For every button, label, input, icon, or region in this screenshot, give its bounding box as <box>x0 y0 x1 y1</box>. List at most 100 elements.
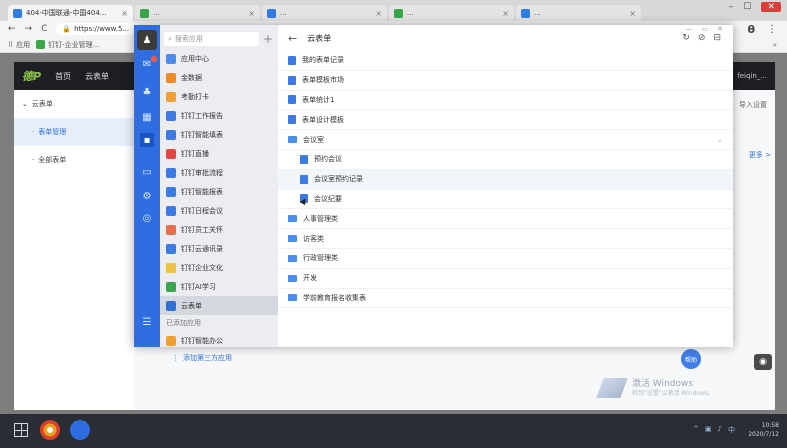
browser-tab[interactable]: ... × <box>389 5 514 21</box>
back-icon[interactable]: ← <box>8 24 16 34</box>
add-icon[interactable]: + <box>263 32 273 46</box>
refresh-icon[interactable]: ↻ <box>682 33 690 43</box>
volume-icon[interactable]: ♪ <box>718 425 722 435</box>
back-arrow-icon[interactable]: ← <box>288 32 297 45</box>
tab-close-icon[interactable]: × <box>629 9 636 18</box>
taskbar: ^ ▣ ♪ 中 10:58 2020/7/12 <box>0 414 787 448</box>
bookmark-apps[interactable]: ⠿ 应用 <box>8 40 30 50</box>
network-icon[interactable]: ▣ <box>705 425 712 435</box>
app-list-item[interactable]: 金数据 <box>160 68 278 87</box>
reload-icon[interactable]: C <box>41 24 47 34</box>
input-method-icon[interactable]: 中 <box>728 425 735 435</box>
add-third-party-app-link[interactable]: ⋮ 添加第三方应用 <box>160 350 278 366</box>
camera-icon[interactable]: ◉ <box>754 354 772 370</box>
folder-row[interactable]: 人事管理类 <box>278 209 733 230</box>
minimize-icon[interactable]: — <box>686 25 693 33</box>
tab-close-icon[interactable]: × <box>248 9 255 18</box>
windows-start-icon[interactable] <box>14 423 28 437</box>
close-icon[interactable]: ✕ <box>717 25 723 33</box>
app-list-item[interactable]: 钉钉智能填表 <box>160 125 278 144</box>
sidebar-item[interactable]: ⌄ 云表单 <box>14 90 134 118</box>
bookmarks-more[interactable]: » <box>773 41 777 49</box>
app-icon <box>166 167 176 178</box>
app-user-menu[interactable]: feiqin_... <box>737 72 767 80</box>
close-icon[interactable]: ✕ <box>761 2 781 12</box>
nav-cloud-form[interactable]: 云表单 <box>85 71 109 82</box>
sidebar-item[interactable]: · 表单管理 <box>14 118 134 146</box>
app-list-label: 云表单 <box>181 301 202 310</box>
form-row[interactable]: 我的表单记录 <box>278 51 733 71</box>
chrome-icon[interactable] <box>40 420 60 440</box>
folder-row[interactable]: 开发 <box>278 269 733 289</box>
form-row[interactable]: 表单设计模板 <box>278 110 733 131</box>
window-icon[interactable]: ⊟ <box>713 33 721 43</box>
app-list-item[interactable]: 钉钉AI学习 <box>160 277 278 296</box>
compass-icon[interactable]: ⊘ <box>698 33 706 43</box>
app-list-item[interactable]: 钉钉工作报告 <box>160 106 278 125</box>
sidebar-item[interactable]: · 全部表单 <box>14 146 134 174</box>
docs-icon[interactable]: ▭ <box>140 165 154 179</box>
import-settings[interactable]: 导入设置 <box>739 100 767 110</box>
tab-close-icon[interactable]: × <box>375 9 382 18</box>
app-list-item[interactable]: 钉钉日程会议 <box>160 201 278 220</box>
row-label: 表单设计模板 <box>302 115 344 124</box>
form-row[interactable]: 预约会议 <box>278 150 733 170</box>
form-row[interactable]: 表单模板市场 <box>278 71 733 91</box>
tab-title: ... <box>534 9 541 17</box>
workbench-icon[interactable]: ▪ <box>140 133 154 147</box>
form-row[interactable]: 会议纪要 <box>278 190 733 210</box>
browser-tab[interactable]: 404-中国联通-中国404... × <box>8 5 133 21</box>
app-list-item[interactable]: 钉钉智能报表 <box>160 182 278 201</box>
tab-close-icon[interactable]: × <box>121 9 128 18</box>
form-row[interactable]: 表单统计1 <box>278 91 733 111</box>
dingtalk-taskbar-icon[interactable] <box>70 420 90 440</box>
maximize-icon[interactable]: ☐ <box>743 2 751 12</box>
calendar-icon[interactable]: ▦ <box>140 110 154 124</box>
search-input[interactable]: ⌕ 搜索应用 <box>164 32 259 46</box>
minimize-icon[interactable]: – <box>729 2 734 12</box>
row-label: 会议室 <box>303 135 324 144</box>
form-row[interactable]: 会议室预约记录 <box>278 169 733 190</box>
settings-icon[interactable]: ⚙ <box>140 189 154 203</box>
more-link[interactable]: 更多 > <box>749 150 771 160</box>
app-list-label: 钉钉AI学习 <box>181 282 216 291</box>
more-apps-icon[interactable]: ☰ <box>140 315 154 329</box>
browser-tab[interactable]: ... × <box>262 5 387 21</box>
nav-home[interactable]: 首页 <box>55 71 71 82</box>
discover-icon[interactable]: ◎ <box>140 211 154 225</box>
app-icon <box>166 53 176 64</box>
app-icon <box>166 129 176 140</box>
row-label: 预约会议 <box>314 155 342 164</box>
clock[interactable]: 10:58 2020/7/12 <box>748 421 779 439</box>
folder-row[interactable]: 行政管理类 <box>278 249 733 269</box>
folder-row[interactable]: 访客类 <box>278 229 733 249</box>
forward-icon[interactable]: → <box>25 24 33 34</box>
help-float-button[interactable]: 帮助 <box>681 349 701 369</box>
profile-icon[interactable]: θ <box>747 23 755 36</box>
app-list-item[interactable]: 钉钉企业文化 <box>160 258 278 277</box>
app-list-item[interactable]: 钉钉审批流程 <box>160 163 278 182</box>
browser-tab[interactable]: ... × <box>135 5 260 21</box>
app-list-item[interactable]: 钉钉云通讯录 <box>160 239 278 258</box>
folder-row[interactable]: 会议室 ⌄ <box>278 130 733 150</box>
bookmark-dingtalk[interactable]: 钉钉-企业管理... <box>36 40 99 50</box>
folder-row[interactable]: 学前教育报名收集表 <box>278 289 733 309</box>
restore-icon[interactable]: ▭ <box>702 25 709 33</box>
tab-close-icon[interactable]: × <box>502 9 509 18</box>
contacts-icon[interactable]: ♣ <box>140 85 154 99</box>
app-list-item[interactable]: 钉钉员工关怀 <box>160 220 278 239</box>
app-list-item[interactable]: 钉钉智能办公 <box>160 331 278 350</box>
tray-up-icon[interactable]: ^ <box>693 425 699 435</box>
chevron-down-icon[interactable]: ⌄ <box>716 135 723 144</box>
app-list-item[interactable]: 考勤打卡 <box>160 87 278 106</box>
app-list-item[interactable]: 应用中心 <box>160 49 278 68</box>
app-list-item[interactable]: 钉钉直播 <box>160 144 278 163</box>
app-icon <box>166 335 176 346</box>
app-list-label: 钉钉企业文化 <box>181 263 223 272</box>
app-list-label: 钉钉直播 <box>181 149 209 158</box>
menu-icon[interactable]: ⋮ <box>767 24 777 35</box>
app-list-item[interactable]: 云表单 <box>160 296 278 315</box>
row-label: 我的表单记录 <box>302 56 344 65</box>
avatar[interactable]: ♟ <box>137 30 157 50</box>
browser-tab[interactable]: ... × <box>516 5 641 21</box>
